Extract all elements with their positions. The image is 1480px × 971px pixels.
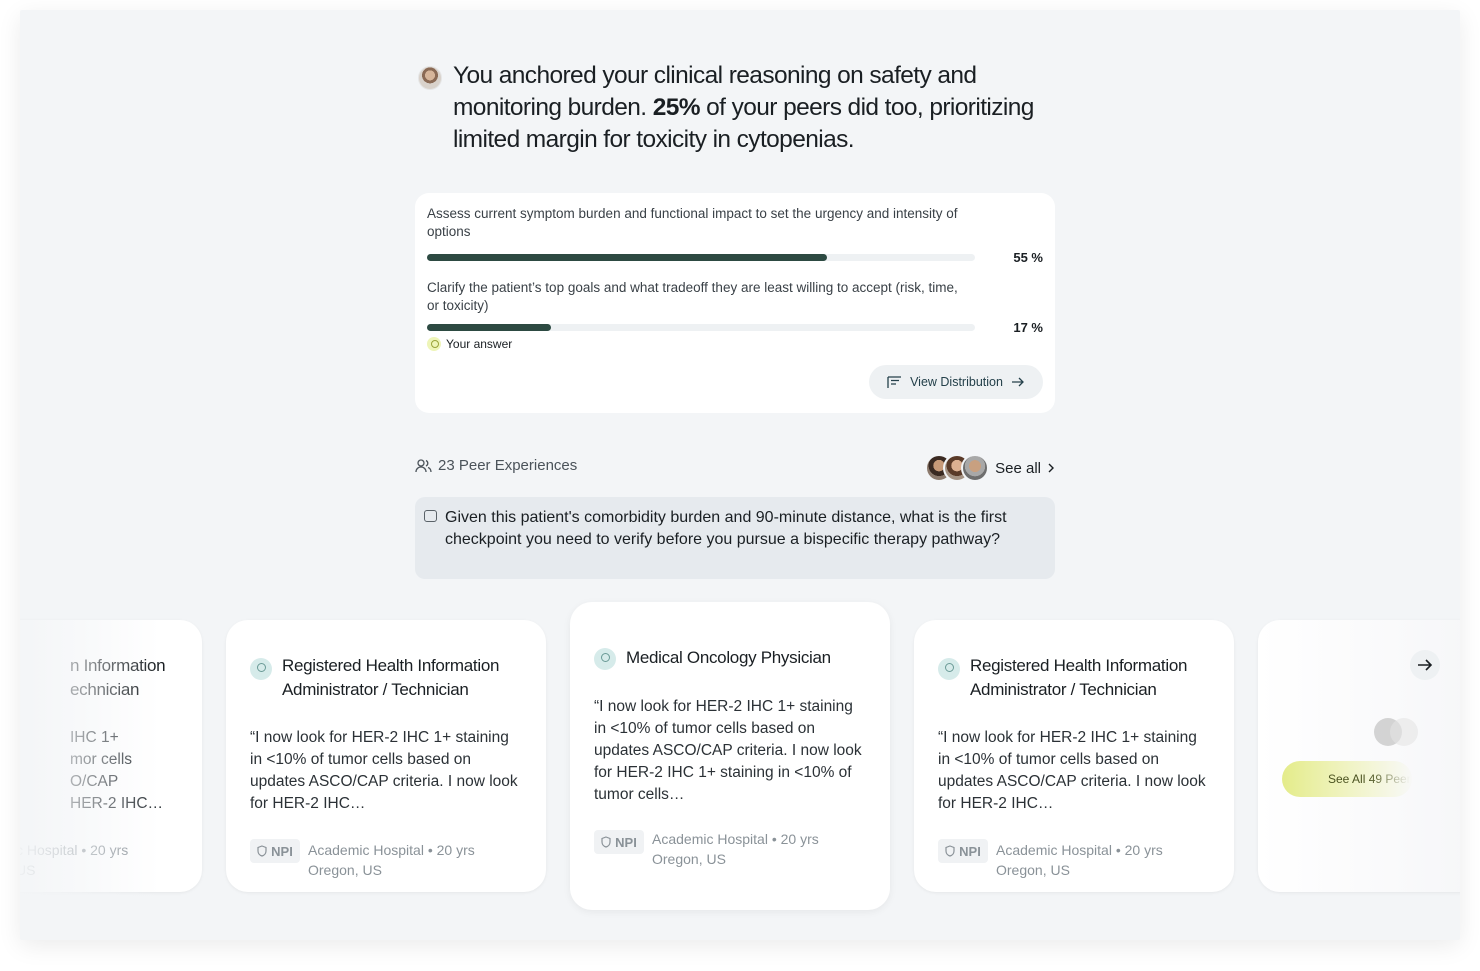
avatar — [1390, 718, 1418, 746]
arrow-right-icon[interactable] — [1410, 650, 1440, 680]
role-icon — [938, 658, 960, 680]
page-headline: You anchored your clinical reasoning on … — [453, 60, 1073, 156]
progress-fill — [427, 324, 551, 331]
peer-avatars — [925, 454, 990, 482]
question-text: Given this patient's comorbidity burden … — [445, 509, 1007, 548]
view-distribution-label: View Distribution — [910, 375, 1003, 389]
card-quote: “I now look for HER-2 IHC 1+ staining in… — [594, 698, 862, 803]
shield-icon — [601, 836, 611, 848]
see-all-link[interactable]: See all — [925, 454, 1055, 482]
see-all-peers-button[interactable]: See All 49 Peers — [1282, 761, 1412, 797]
card-quote: “I now look for HER-2 IHC 1+ staining in… — [250, 729, 518, 812]
card-title-line: Registered Health Information — [282, 656, 500, 675]
npi-label: NPI — [615, 834, 637, 850]
card-quote: “I now look for HER-2 IHC 1+ staining in… — [938, 729, 1206, 812]
arrow-right-icon — [1011, 377, 1024, 387]
card-title: n Information echnician — [70, 654, 202, 702]
peer-count-label: 23 Peer Experiences — [438, 457, 578, 474]
card-title: Registered Health Information Administra… — [282, 654, 499, 702]
poll-card: Assess current symptom burden and functi… — [415, 193, 1055, 413]
card-title: Medical Oncology Physician — [626, 648, 831, 667]
meta-line: Academic Hospital • 20 yrs — [308, 842, 475, 858]
peer-avatars-faded — [1374, 718, 1424, 748]
users-icon — [415, 458, 432, 472]
card-title-line: n Information — [70, 656, 166, 675]
chevron-right-icon — [1048, 463, 1054, 473]
npi-badge: NPI — [594, 830, 644, 854]
quote-line: mor cells — [70, 751, 133, 768]
peer-experiences-header: 23 Peer Experiences See all — [415, 454, 1055, 482]
option-text: Clarify the patient’s top goals and what… — [427, 280, 958, 313]
question-box: Given this patient's comorbidity burden … — [415, 497, 1055, 579]
shield-icon — [945, 845, 955, 857]
view-distribution-button[interactable]: View Distribution — [869, 365, 1043, 399]
option-text: Assess current symptom burden and functi… — [427, 206, 958, 239]
peer-count: 23 Peer Experiences — [415, 457, 577, 474]
progress-track — [427, 254, 975, 261]
peer-card[interactable]: n Information echnician IHC 1+ mor cells… — [20, 620, 202, 892]
card-title-line: Registered Health Information — [970, 656, 1188, 675]
meta-line: Oregon, US — [996, 862, 1070, 878]
option-percent: 17 % — [1013, 320, 1043, 335]
peer-card[interactable]: Medical Oncology Physician “I now look f… — [570, 602, 890, 910]
card-title-line: Administrator / Technician — [970, 680, 1157, 699]
card-quote: IHC 1+ mor cells O/CAP HER-2 IHC… — [70, 727, 202, 815]
peer-card[interactable]: Registered Health Information Administra… — [914, 620, 1234, 892]
card-meta: c Hospital • 20 yrs US — [20, 840, 128, 880]
card-meta: Academic Hospital • 20 yrs Oregon, US — [652, 829, 819, 869]
meta-line: Oregon, US — [308, 862, 382, 878]
quote-line: HER-2 IHC… — [70, 795, 164, 812]
card-meta: Academic Hospital • 20 yrs Oregon, US — [308, 840, 475, 880]
distribution-icon — [887, 375, 902, 388]
card-meta: Academic Hospital • 20 yrs Oregon, US — [996, 840, 1163, 880]
page-frame: You anchored your clinical reasoning on … — [20, 10, 1460, 940]
shield-icon — [257, 845, 267, 857]
card-title: Registered Health Information Administra… — [970, 654, 1187, 702]
npi-label: NPI — [271, 843, 293, 859]
avatar — [961, 454, 990, 482]
see-all-peers-label: See All 49 Peers — [1328, 772, 1410, 786]
user-icon — [427, 337, 441, 351]
npi-badge: NPI — [938, 839, 988, 863]
your-answer-tag: Your answer — [427, 337, 512, 351]
user-avatar — [418, 66, 442, 90]
npi-label: NPI — [959, 843, 981, 859]
role-icon — [594, 648, 616, 670]
role-icon — [250, 658, 272, 680]
see-all-label: See all — [995, 459, 1041, 477]
meta-line: Academic Hospital • 20 yrs — [996, 842, 1163, 858]
progress-track — [427, 324, 975, 331]
option-percent: 55 % — [1013, 250, 1043, 265]
card-title-line: Administrator / Technician — [282, 680, 469, 699]
meta-line: c Hospital • 20 yrs — [20, 842, 129, 858]
meta-line: US — [20, 862, 36, 878]
your-answer-label: Your answer — [446, 337, 513, 351]
meta-line: Oregon, US — [652, 851, 726, 867]
card-title-line: echnician — [70, 680, 140, 699]
quote-line: O/CAP — [70, 773, 119, 790]
headline-percent: 25% — [652, 94, 701, 121]
meta-line: Academic Hospital • 20 yrs — [652, 831, 819, 847]
message-question-icon — [424, 510, 437, 522]
peer-card[interactable]: Registered Health Information Administra… — [226, 620, 546, 892]
quote-line: IHC 1+ — [70, 729, 119, 746]
npi-badge: NPI — [250, 839, 300, 863]
progress-fill — [427, 254, 828, 261]
